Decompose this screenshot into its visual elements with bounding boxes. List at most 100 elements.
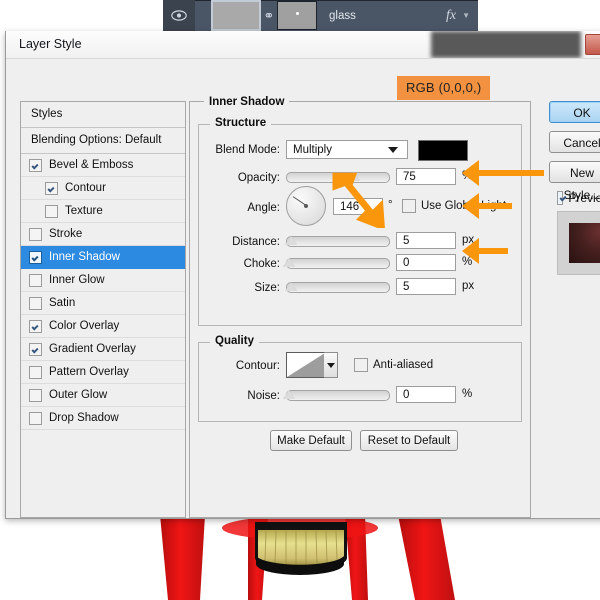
- distance-label: Distance:: [200, 236, 280, 248]
- layer-thumbnail[interactable]: [211, 0, 261, 31]
- checkbox-bevel-emboss[interactable]: [29, 159, 42, 172]
- quality-fieldset: [198, 342, 522, 422]
- checkbox-gradient-overlay[interactable]: [29, 343, 42, 356]
- noise-unit: %: [462, 388, 472, 400]
- section-title-structure: Structure: [210, 117, 271, 129]
- styles-list-panel: Styles Blending Options: Default Bevel &…: [20, 101, 186, 518]
- close-button[interactable]: [585, 34, 600, 55]
- checkbox-preview[interactable]: [557, 191, 563, 205]
- chevron-down-icon[interactable]: [388, 147, 398, 153]
- checkbox-texture[interactable]: [45, 205, 58, 218]
- style-item-bevel-emboss[interactable]: Bevel & Emboss: [21, 154, 185, 177]
- style-item-label: Inner Glow: [49, 274, 105, 286]
- style-item-gradient-overlay[interactable]: Gradient Overlay: [21, 338, 185, 361]
- choke-label: Choke:: [200, 258, 280, 270]
- checkbox-contour[interactable]: [45, 182, 58, 195]
- annotation-arrow-size: [462, 238, 508, 264]
- checkbox-pattern-overlay[interactable]: [29, 366, 42, 379]
- style-item-texture[interactable]: Texture: [21, 200, 185, 223]
- style-item-contour[interactable]: Contour: [21, 177, 185, 200]
- cancel-button[interactable]: Cancel: [549, 131, 600, 153]
- checkbox-color-overlay[interactable]: [29, 320, 42, 333]
- layer-mask-thumbnail[interactable]: [277, 1, 317, 30]
- make-default-button[interactable]: Make Default: [270, 430, 352, 451]
- checkbox-inner-shadow[interactable]: [29, 251, 42, 264]
- style-item-label: Inner Shadow: [49, 251, 120, 263]
- checkbox-anti-aliased[interactable]: [354, 358, 368, 372]
- layers-panel-row[interactable]: ⚭ glass fx ▼: [163, 0, 478, 31]
- contour-preview[interactable]: [286, 352, 326, 378]
- noise-slider[interactable]: [286, 390, 390, 401]
- section-title-quality: Quality: [210, 335, 259, 347]
- style-item-satin[interactable]: Satin: [21, 292, 185, 315]
- fx-icon[interactable]: fx: [446, 8, 462, 24]
- styles-header[interactable]: Styles: [21, 102, 185, 128]
- checkbox-stroke[interactable]: [29, 228, 42, 241]
- style-item-color-overlay[interactable]: Color Overlay: [21, 315, 185, 338]
- titlebar-blurred-overlay: [431, 31, 581, 58]
- opacity-label: Opacity:: [200, 172, 280, 184]
- annotation-arrow-distance: [462, 193, 512, 219]
- style-item-label: Pattern Overlay: [49, 366, 129, 378]
- style-item-inner-glow[interactable]: Inner Glow: [21, 269, 185, 292]
- checkbox-outer-glow[interactable]: [29, 389, 42, 402]
- choke-slider[interactable]: [286, 258, 390, 269]
- style-item-label: Satin: [49, 297, 75, 309]
- dialog-titlebar[interactable]: Layer Style: [6, 31, 600, 59]
- style-item-label: Bevel & Emboss: [49, 159, 133, 171]
- preview-label: Preview: [568, 191, 600, 205]
- checkbox-satin[interactable]: [29, 297, 42, 310]
- opacity-input[interactable]: 75: [396, 168, 456, 185]
- style-item-inner-shadow[interactable]: Inner Shadow: [21, 246, 185, 269]
- checkbox-use-global-light[interactable]: [402, 199, 416, 213]
- preview-frame: [557, 211, 600, 275]
- choke-input[interactable]: 0: [396, 254, 456, 271]
- blending-options-item[interactable]: Blending Options: Default: [21, 128, 185, 154]
- annotation-rgb-badge: RGB (0,0,0,): [397, 76, 490, 100]
- distance-input[interactable]: 5: [396, 232, 456, 249]
- contour-dropdown-button[interactable]: [324, 352, 338, 378]
- distance-slider-knob[interactable]: [285, 236, 297, 245]
- annotation-arrow-angle-value: [330, 168, 400, 228]
- size-slider-knob[interactable]: [285, 282, 297, 291]
- style-item-pattern-overlay[interactable]: Pattern Overlay: [21, 361, 185, 384]
- size-unit: px: [462, 280, 474, 292]
- choke-slider-knob[interactable]: [283, 258, 295, 267]
- style-item-label: Contour: [65, 182, 106, 194]
- strip-spacer: [195, 0, 209, 31]
- contour-label: Contour:: [200, 360, 280, 372]
- preview-thumbnail: [569, 223, 600, 263]
- size-input[interactable]: 5: [396, 278, 456, 295]
- size-slider[interactable]: [286, 282, 390, 293]
- blend-mode-label: Blend Mode:: [200, 144, 280, 156]
- chevron-down-icon[interactable]: ▼: [462, 11, 478, 20]
- style-item-label: Outer Glow: [49, 389, 107, 401]
- ok-button[interactable]: OK: [549, 101, 600, 123]
- dialog-actions-panel: OK Cancel New Style... Preview: [549, 101, 600, 275]
- dialog-title: Layer Style: [19, 37, 82, 51]
- style-item-label: Gradient Overlay: [49, 343, 136, 355]
- style-item-drop-shadow[interactable]: Drop Shadow: [21, 407, 185, 430]
- shadow-color-swatch[interactable]: [418, 140, 468, 161]
- size-label: Size:: [200, 282, 280, 294]
- reset-to-default-button[interactable]: Reset to Default: [360, 430, 458, 451]
- dialog-body: Styles Blending Options: Default Bevel &…: [6, 59, 600, 518]
- style-item-outer-glow[interactable]: Outer Glow: [21, 384, 185, 407]
- angle-label: Angle:: [200, 202, 280, 214]
- section-title-inner-shadow: Inner Shadow: [204, 96, 289, 108]
- layer-name[interactable]: glass: [317, 10, 446, 22]
- checkbox-drop-shadow[interactable]: [29, 412, 42, 425]
- link-icon[interactable]: ⚭: [261, 8, 277, 24]
- noise-slider-knob[interactable]: [283, 390, 295, 399]
- angle-dial[interactable]: [286, 186, 326, 226]
- style-item-stroke[interactable]: Stroke: [21, 223, 185, 246]
- angle-dial-center: [304, 204, 308, 208]
- noise-label: Noise:: [200, 390, 280, 402]
- checkbox-inner-glow[interactable]: [29, 274, 42, 287]
- eye-icon[interactable]: [163, 0, 195, 31]
- new-style-button[interactable]: New Style...: [549, 161, 600, 183]
- noise-input[interactable]: 0: [396, 386, 456, 403]
- anti-aliased-checkbox[interactable]: Anti-aliased: [354, 358, 433, 372]
- layer-style-dialog: Layer Style Styles Blending Options: Def…: [5, 31, 600, 519]
- distance-slider[interactable]: [286, 236, 390, 247]
